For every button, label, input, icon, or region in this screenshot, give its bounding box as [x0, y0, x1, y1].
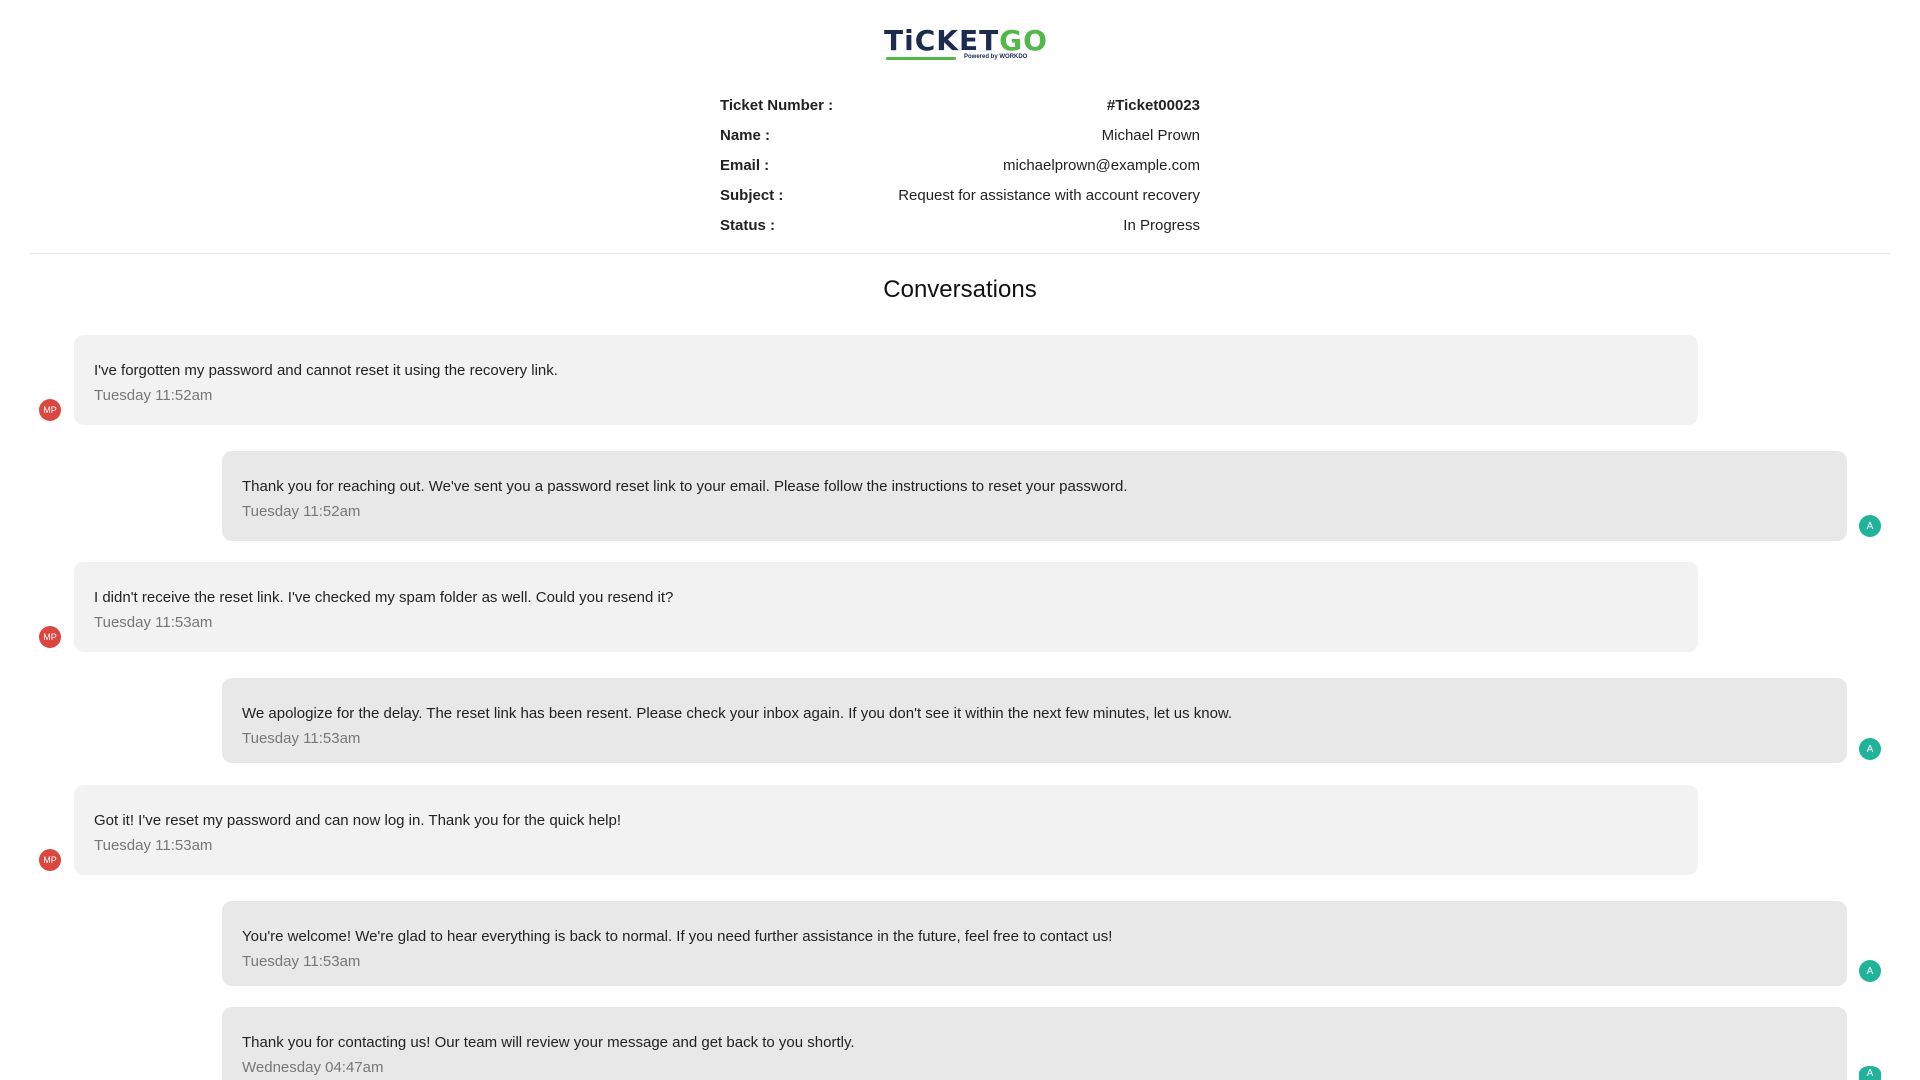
logo-wordmark: TiCKETGO [884, 24, 1047, 57]
subject-row: Subject : Request for assistance with ac… [720, 180, 1200, 210]
logo-underline [886, 57, 956, 60]
message-bubble-agent: Thank you for reaching out. We've sent y… [222, 451, 1847, 541]
message-bubble-agent: We apologize for the delay. The reset li… [222, 678, 1847, 763]
message-bubble-user: I've forgotten my password and cannot re… [74, 335, 1698, 425]
status-row: Status : In Progress [720, 210, 1200, 240]
message-text: I didn't receive the reset link. I've ch… [94, 589, 674, 606]
name-value: Michael Prown [1101, 126, 1200, 144]
subject-label: Subject : [720, 186, 784, 204]
message-time: Tuesday 11:52am [94, 387, 213, 404]
subject-value: Request for assistance with account reco… [898, 186, 1200, 204]
email-value: michaelprown@example.com [1003, 156, 1200, 174]
header-divider [30, 253, 1890, 254]
status-label: Status : [720, 216, 776, 234]
name-label: Name : [720, 126, 771, 144]
email-row: Email : michaelprown@example.com [720, 150, 1200, 180]
avatar: MP [39, 626, 61, 648]
ticketgo-logo: TiCKETGO Powered by WORKDO [884, 24, 1047, 62]
message-time: Tuesday 11:53am [242, 953, 361, 970]
message-time: Tuesday 11:53am [242, 730, 361, 747]
avatar: A [1859, 515, 1881, 537]
ticket-info: Ticket Number : #Ticket00023 Name : Mich… [720, 90, 1200, 240]
ticket-number-value: #Ticket00023 [1106, 96, 1200, 114]
ticket-number-label: Ticket Number : [720, 96, 834, 114]
message-time: Wednesday 04:47am [242, 1059, 384, 1076]
avatar: MP [39, 399, 61, 421]
conversations-title: Conversations [883, 276, 1037, 303]
message-text: You're welcome! We're glad to hear every… [242, 928, 1113, 945]
message-bubble-agent: Thank you for contacting us! Our team wi… [222, 1007, 1847, 1080]
name-row: Name : Michael Prown [720, 120, 1200, 150]
avatar: A [1859, 738, 1881, 760]
message-bubble-agent: You're welcome! We're glad to hear every… [222, 901, 1847, 986]
message-bubble-user: Got it! I've reset my password and can n… [74, 785, 1698, 875]
logo-powered-by: Powered by WORKDO [964, 54, 1028, 60]
message-text: Thank you for contacting us! Our team wi… [242, 1034, 855, 1051]
logo-word-accent: GO [999, 24, 1048, 57]
message-time: Tuesday 11:53am [94, 837, 213, 854]
status-value: In Progress [1123, 216, 1200, 234]
message-time: Tuesday 11:52am [242, 503, 361, 520]
message-text: Thank you for reaching out. We've sent y… [242, 478, 1128, 495]
message-bubble-user: I didn't receive the reset link. I've ch… [74, 562, 1698, 652]
message-text: Got it! I've reset my password and can n… [94, 812, 622, 829]
logo-word-main: TiCKET [884, 24, 1000, 57]
email-label: Email : [720, 156, 770, 174]
ticket-number-row: Ticket Number : #Ticket00023 [720, 90, 1200, 120]
avatar: A [1859, 960, 1881, 982]
message-time: Tuesday 11:53am [94, 614, 213, 631]
message-text: We apologize for the delay. The reset li… [242, 705, 1233, 722]
avatar: A [1859, 1066, 1881, 1080]
message-text: I've forgotten my password and cannot re… [94, 362, 558, 379]
avatar: MP [39, 849, 61, 871]
